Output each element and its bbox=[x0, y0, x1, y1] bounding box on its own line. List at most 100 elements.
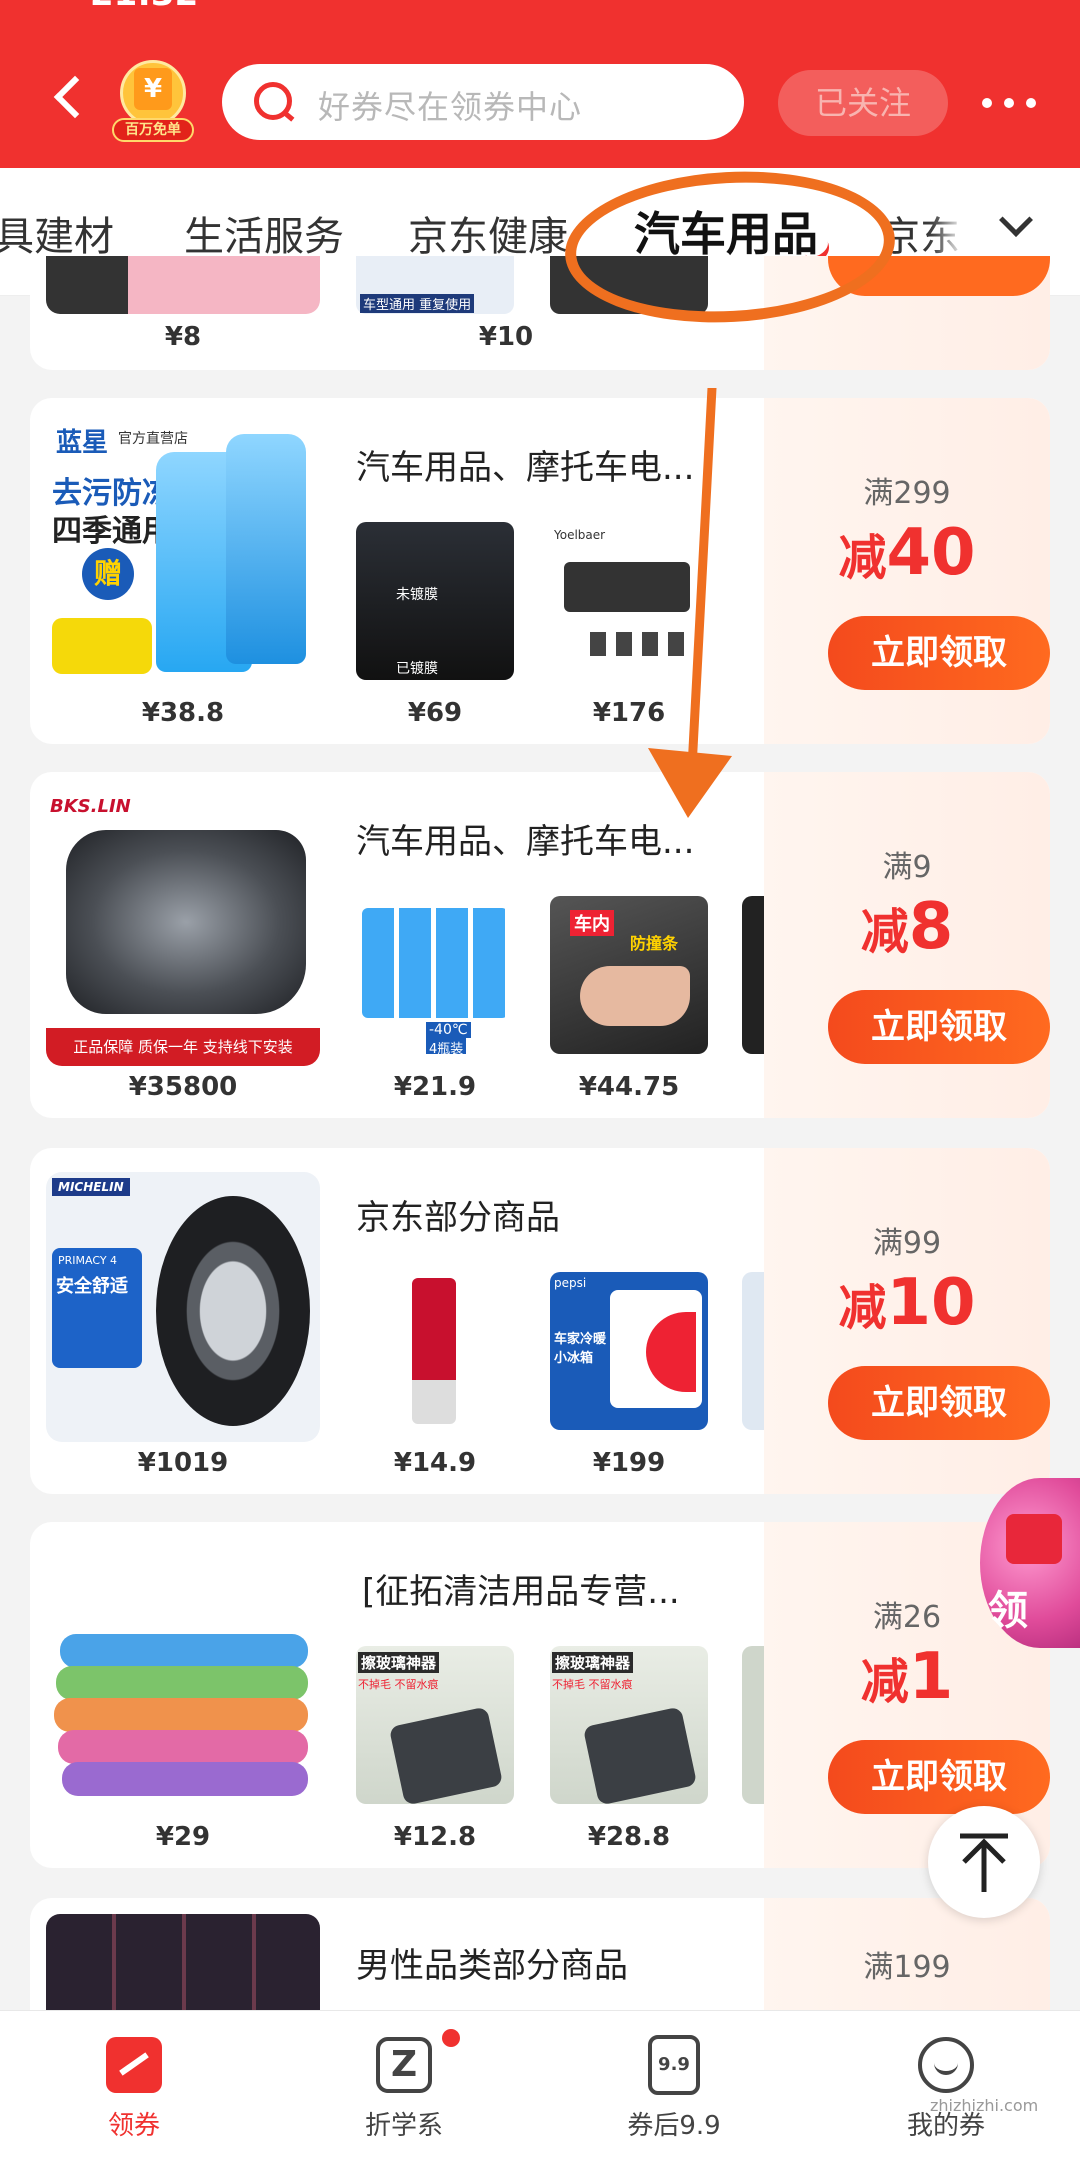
towel-shape bbox=[52, 618, 152, 674]
floating-promo-widget[interactable]: 领 bbox=[980, 1478, 1080, 1658]
product-thumb[interactable] bbox=[742, 896, 764, 1054]
spray-can-shape bbox=[412, 1278, 456, 1424]
nav-coupons[interactable]: 领券 bbox=[34, 2011, 234, 2157]
claim-button[interactable]: 立即领取 bbox=[828, 1740, 1050, 1814]
arrow-annotation bbox=[648, 388, 732, 818]
smiley-mouth bbox=[934, 2061, 958, 2075]
product-thumb[interactable]: -40℃ 4瓶装 bbox=[356, 896, 514, 1054]
status-time: 21:32 bbox=[90, 0, 198, 14]
more-dot bbox=[1004, 98, 1014, 108]
coupon-discount: 减8 bbox=[764, 890, 1050, 964]
status-bar: 21:32 bbox=[0, 0, 1080, 20]
store-label: 官方直营店 bbox=[118, 431, 188, 447]
coupon-discount: 减10 bbox=[764, 1266, 1050, 1340]
product-thumb[interactable]: pepsi 车家冷暖小冰箱 bbox=[550, 1272, 708, 1430]
thumb-caption: 4瓶装 bbox=[426, 1038, 467, 1054]
product-area: 男性品类部分商品 bbox=[30, 1898, 764, 2010]
search-placeholder: 好券尽在领券中心 bbox=[318, 88, 583, 126]
nav-my-coupons[interactable]: 我的券 bbox=[846, 2011, 1046, 2157]
coupon-title: 京东部分商品 bbox=[356, 1198, 560, 1238]
back-to-top-button[interactable] bbox=[928, 1806, 1040, 1918]
gift-badge: 赠 bbox=[82, 548, 134, 600]
discount-value: 40 bbox=[886, 516, 976, 590]
coupon-panel: 满99 减10 立即领取 bbox=[764, 1148, 1050, 1494]
coupon-card[interactable]: ¥29 [征拓清洁用品专营... 擦玻璃神器 不掉毛 不留水痕 ¥12.8 擦玻… bbox=[30, 1522, 1050, 1868]
nav-label: 领券 bbox=[107, 2111, 160, 2141]
product-thumb[interactable]: 车内 防撞条 bbox=[550, 896, 708, 1054]
product-area: ¥29 [征拓清洁用品专营... 擦玻璃神器 不掉毛 不留水痕 ¥12.8 擦玻… bbox=[30, 1522, 764, 1868]
thumb-caption: 车型通用 重复使用 bbox=[360, 294, 475, 313]
search-icon-handle bbox=[283, 111, 295, 122]
more-icon[interactable] bbox=[982, 84, 1038, 124]
thumb-price: ¥199 bbox=[592, 1448, 666, 1478]
towel-stack bbox=[60, 1634, 308, 1668]
coupon-panel: 满9 减8 立即领取 bbox=[764, 772, 1050, 1118]
coupon-card-partial[interactable]: 车型通用 重复使用 ¥8 ¥10 bbox=[30, 256, 1050, 370]
main-price: ¥29 bbox=[155, 1822, 211, 1852]
product-thumb[interactable]: 未镀膜 已镀膜 bbox=[356, 522, 514, 680]
more-dot bbox=[982, 98, 992, 108]
product-thumb[interactable]: 擦玻璃神器 不掉毛 不留水痕 bbox=[550, 1646, 708, 1804]
yen-bag-icon: ¥ bbox=[134, 68, 172, 110]
coupon-icon bbox=[106, 2037, 162, 2093]
coupon-card[interactable]: 蓝星 官方直营店 去污防冻 四季通用 赠 ¥38.8 汽车用品、摩托车电... … bbox=[30, 398, 1050, 744]
product-thumb[interactable]: 擦玻璃神器 不掉毛 不留水痕 bbox=[356, 1646, 514, 1804]
washer-fluid-bottles bbox=[362, 908, 508, 1018]
claim-button[interactable]: 立即领取 bbox=[828, 990, 1050, 1064]
thumb-caption: 不掉毛 不留水痕 bbox=[358, 1678, 439, 1691]
coupon-card[interactable]: 男性品类部分商品 满199 bbox=[30, 1898, 1050, 2010]
tyre-slogan: 安全舒适 bbox=[56, 1276, 128, 1297]
red-envelope-icon bbox=[1006, 1514, 1062, 1564]
thumb-price: ¥69 bbox=[407, 698, 463, 728]
tab-life-services[interactable]: 生活服务 bbox=[184, 204, 344, 262]
tyre-shape bbox=[156, 1196, 310, 1426]
discount-value: 8 bbox=[908, 890, 954, 964]
nav-zhexuexi[interactable]: Z 折学系 bbox=[304, 2011, 504, 2157]
claim-button[interactable]: 立即领取 bbox=[828, 616, 1050, 690]
cloth-shape bbox=[388, 1706, 504, 1804]
product-image: 蓝星 官方直营店 去污防冻 四季通用 赠 bbox=[46, 422, 320, 692]
back-button[interactable] bbox=[44, 70, 97, 130]
thumb-caption: 擦玻璃神器 bbox=[552, 1652, 634, 1673]
discount-value: 10 bbox=[886, 1266, 976, 1340]
coupon-card[interactable]: MICHELIN PRIMACY 4 安全舒适 ¥1019 京东部分商品 ¥14… bbox=[30, 1148, 1050, 1494]
promo-label: 领 bbox=[988, 1588, 1028, 1634]
coupon-threshold: 满99 bbox=[872, 1226, 942, 1261]
search-input[interactable]: 好券尽在领券中心 bbox=[222, 64, 744, 140]
million-free-order-badge[interactable]: ¥ 百万免单 bbox=[112, 60, 194, 144]
smiley-icon bbox=[918, 2037, 974, 2093]
tyre-model: PRIMACY 4 bbox=[58, 1254, 118, 1267]
claim-button[interactable]: 立即领取 bbox=[828, 1366, 1050, 1440]
towel-stack bbox=[62, 1762, 308, 1796]
product-thumb[interactable] bbox=[356, 1272, 514, 1430]
tab-building-materials[interactable]: 具建材 bbox=[0, 204, 114, 262]
discount-prefix: 减 bbox=[860, 904, 909, 960]
towel-stack bbox=[56, 1666, 308, 1700]
nav-after-coupon-9-9[interactable]: 9.9 券后9.9 bbox=[574, 2011, 774, 2157]
z-icon: Z bbox=[376, 2037, 432, 2093]
chevron-down-icon bbox=[999, 203, 1033, 237]
followed-button[interactable]: 已关注 bbox=[778, 70, 948, 136]
thumb-price: ¥28.8 bbox=[587, 1822, 671, 1852]
thumb-caption: -40℃ bbox=[426, 1022, 471, 1038]
thumb-caption: pepsi bbox=[554, 1276, 587, 1290]
thumb-caption: 防撞条 bbox=[630, 934, 679, 953]
bottom-navigation: 领券 Z 折学系 9.9 券后9.9 我的券 bbox=[0, 2010, 1080, 2157]
coupon-icon-stroke bbox=[119, 2052, 149, 2076]
thumb-price: ¥12.8 bbox=[393, 1822, 477, 1852]
thumb-price: ¥21.9 bbox=[393, 1072, 477, 1102]
discount-value: 1 bbox=[908, 1640, 954, 1714]
coupon-title: [征拓清洁用品专营... bbox=[362, 1572, 680, 1612]
tab-jd-health[interactable]: 京东健康 bbox=[408, 204, 568, 262]
thumb-price: ¥44.75 bbox=[578, 1072, 680, 1102]
hand-shape bbox=[580, 966, 690, 1026]
main-price: ¥35800 bbox=[128, 1072, 238, 1102]
product-thumb[interactable] bbox=[742, 1272, 764, 1430]
brand-logo: BKS.LIN bbox=[50, 796, 131, 817]
brand-logo: 蓝星 bbox=[56, 428, 109, 458]
cloth-shape bbox=[582, 1706, 698, 1804]
towel-stack bbox=[58, 1730, 308, 1764]
coupon-card[interactable]: BKS.LIN 正品保障 质保一年 支持线下安装 ¥35800 汽车用品、摩托车… bbox=[30, 772, 1050, 1118]
arrow-up-icon bbox=[960, 1833, 1008, 1892]
product-thumb[interactable] bbox=[742, 1646, 764, 1804]
